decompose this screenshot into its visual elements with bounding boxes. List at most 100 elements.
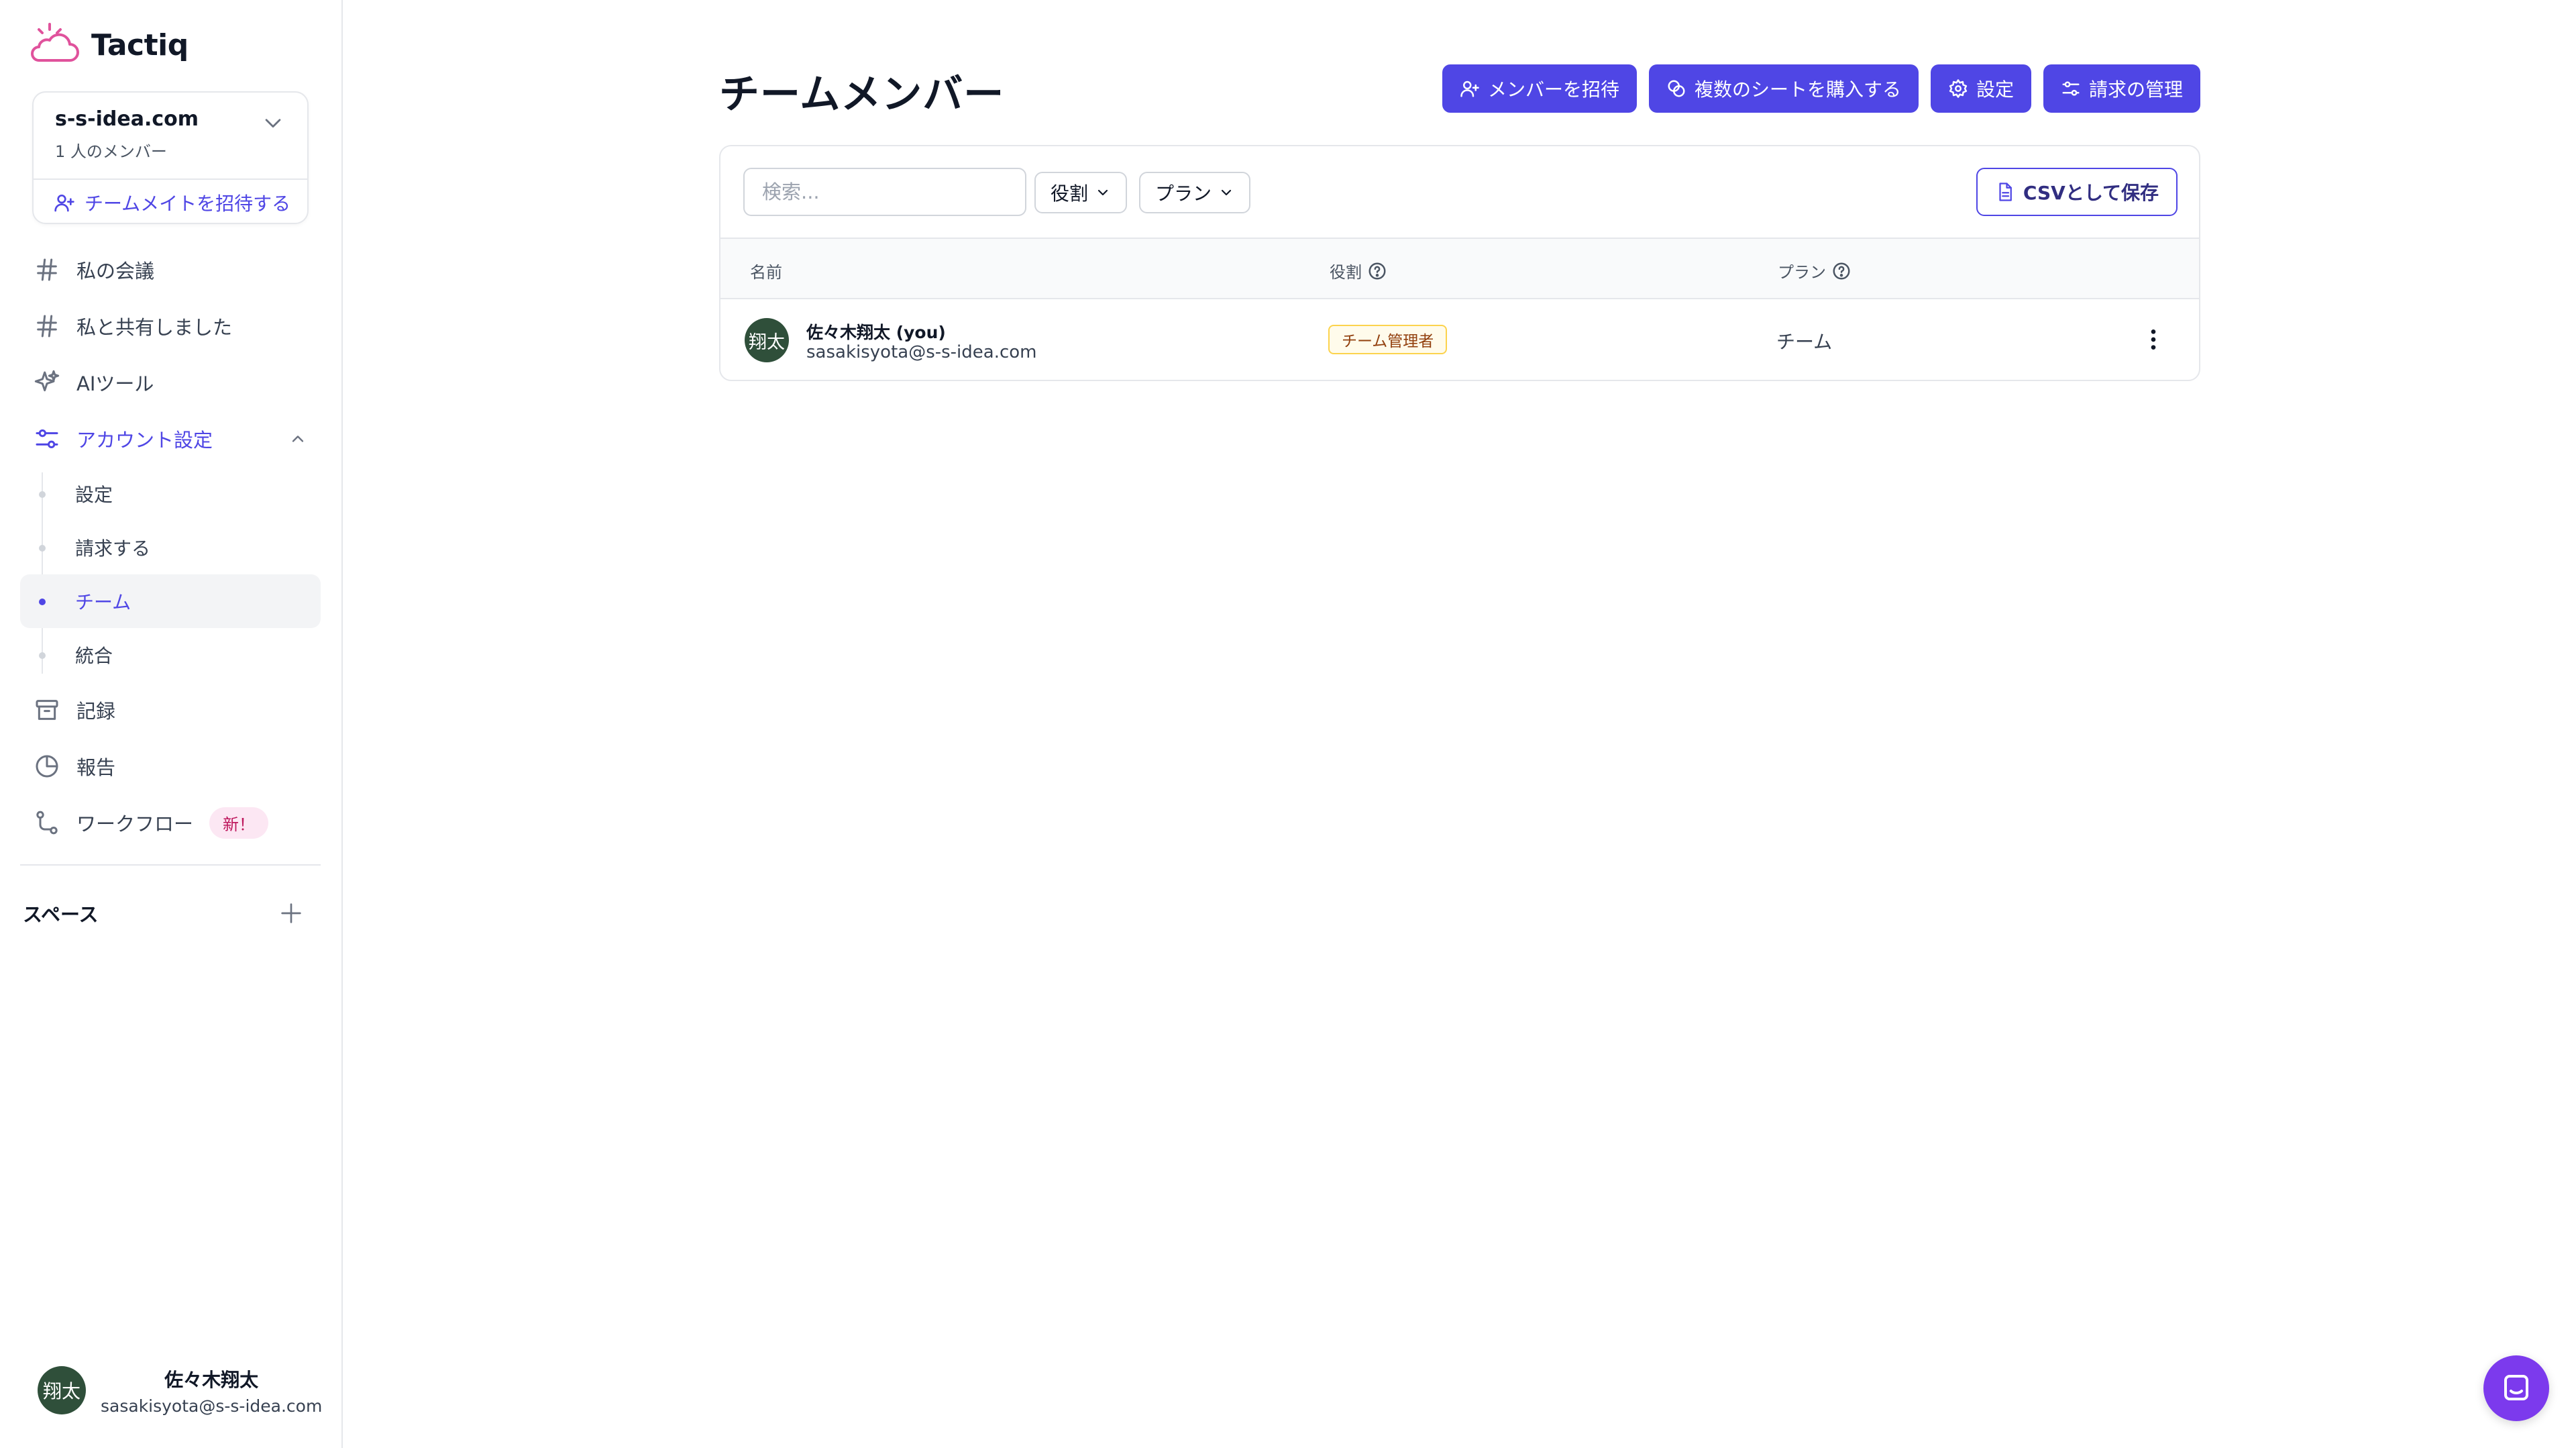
table-row[interactable]: 翔太 佐々木翔太 (you) sasakisyota@s-s-idea.com … (720, 299, 2199, 380)
archive-icon (36, 700, 58, 720)
workspace-domain: s-s-idea.com (55, 107, 199, 131)
role-badge: チーム管理者 (1328, 325, 1448, 354)
role-filter-label: 役割 (1051, 183, 1089, 205)
sidebar-item-workflow[interactable]: ワークフロー 新！ (20, 794, 321, 851)
page-title: チームメンバー (719, 71, 1005, 118)
account-settings-subnav: 設定 請求する チーム 統合 (20, 467, 321, 682)
column-header-label: プラン (1778, 263, 1826, 282)
file-icon (1999, 183, 2012, 201)
export-csv-label: CSVとして保存 (2023, 182, 2159, 204)
chat-icon (2504, 1375, 2528, 1400)
sidebar-item-label: 設定 (75, 484, 113, 506)
workspace-member-count: 1 人のメンバー (55, 142, 167, 161)
current-user-name: 佐々木翔太 (164, 1368, 259, 1391)
avatar: 翔太 (38, 1366, 86, 1414)
sidebar-subitem-integrations[interactable]: 統合 (20, 628, 321, 682)
sidebar-subitem-settings[interactable]: 設定 (20, 467, 321, 521)
workspace-divider (34, 178, 307, 180)
sidebar: Tactiq s-s-idea.com 1 人のメンバー チームメイトを招待する… (0, 0, 343, 1448)
sidebar-divider (20, 864, 321, 866)
sidebar-item-ai-tools[interactable]: AIツール (20, 354, 321, 411)
gear-icon (1949, 79, 1968, 98)
chevron-down-icon (1221, 189, 1232, 196)
plus-icon[interactable] (278, 900, 305, 927)
column-header-label: 役割 (1330, 263, 1362, 282)
sidebar-item-label: 請求する (75, 537, 151, 560)
sparkles-icon (34, 370, 60, 392)
user-plus-icon (1460, 81, 1479, 97)
spaces-section-header: スペース (23, 896, 305, 930)
subnav-dot-active (39, 599, 46, 605)
sidebar-item-label: 統合 (75, 645, 113, 667)
export-csv-button[interactable]: CSVとして保存 (1976, 168, 2178, 216)
pie-chart-icon (36, 755, 58, 778)
chevron-down-icon (1097, 189, 1108, 196)
app-window: Tactiq s-s-idea.com 1 人のメンバー チームメイトを招待する… (0, 0, 2576, 1448)
sidebar-item-label: AIツール (76, 372, 154, 395)
help-circle-icon[interactable] (1831, 261, 1851, 281)
sliders-icon (36, 429, 58, 448)
invite-members-button[interactable]: メンバーを招待 (1442, 64, 1637, 113)
buy-seats-label: 複数のシートを購入する (1694, 79, 1901, 101)
chevron-up-icon[interactable] (288, 429, 307, 448)
manage-billing-button[interactable]: 請求の管理 (2043, 64, 2200, 113)
sidebar-item-label: チーム (75, 591, 131, 613)
plan-filter-label: プラン (1155, 183, 1212, 205)
header-actions: メンバーを招待 複数のシートを購入する 設定 請求の管理 (1442, 64, 2200, 113)
brand-name: Tactiq (91, 28, 189, 62)
subnav-dot (39, 545, 46, 552)
user-plus-icon (54, 195, 74, 212)
sidebar-item-shared-with-me[interactable]: 私と共有しました (20, 298, 321, 354)
member-name: 佐々木翔太 (you) (806, 323, 946, 342)
column-header-name[interactable]: 名前 (750, 259, 782, 282)
sidebar-item-label: ワークフロー (76, 813, 194, 835)
sidebar-item-label: アカウント設定 (76, 429, 213, 452)
support-chat-button[interactable] (2483, 1355, 2549, 1421)
current-user-email: sasakisyota@s-s-idea.com (101, 1396, 323, 1416)
hash-icon (37, 258, 57, 281)
role-filter-dropdown[interactable]: 役割 (1034, 172, 1128, 213)
cloud-logo-icon (31, 23, 79, 62)
coins-icon (1668, 80, 1685, 97)
sidebar-item-my-meetings[interactable]: 私の会議 (20, 242, 321, 298)
help-circle-icon[interactable] (1367, 261, 1387, 281)
hash-icon (37, 315, 57, 338)
buy-seats-button[interactable]: 複数のシートを購入する (1648, 64, 1919, 113)
settings-label: 設定 (1976, 79, 2014, 101)
current-user-text: 佐々木翔太 sasakisyota@s-s-idea.com (101, 1365, 322, 1416)
more-vertical-icon[interactable] (2140, 326, 2167, 353)
invite-members-label: メンバーを招待 (1487, 79, 1619, 101)
invite-teammate-link[interactable]: チームメイトを招待する (54, 188, 290, 217)
workflow-icon (36, 811, 58, 835)
column-header-plan[interactable]: プラン (1778, 259, 1851, 282)
plan-filter-dropdown[interactable]: プラン (1139, 172, 1251, 213)
search-input[interactable] (743, 168, 1026, 216)
current-user[interactable]: 翔太 佐々木翔太 sasakisyota@s-s-idea.com (38, 1363, 333, 1417)
member-plan: チーム (1776, 331, 1833, 353)
sidebar-item-label: 私の会議 (76, 260, 155, 282)
subnav-dot (39, 652, 46, 659)
members-table-panel: 役割 プラン CSVとして保存 名前 役割 プラン (719, 145, 2200, 381)
new-badge: 新！ (209, 807, 269, 839)
sidebar-subitem-billing[interactable]: 請求する (20, 521, 321, 574)
sidebar-item-label: 私と共有しました (76, 316, 233, 339)
sidebar-item-records[interactable]: 記録 (20, 682, 321, 738)
settings-button[interactable]: 設定 (1930, 64, 2031, 113)
brand[interactable]: Tactiq (30, 21, 189, 68)
sidebar-item-label: 報告 (76, 756, 116, 779)
member-email: sasakisyota@s-s-idea.com (806, 342, 1037, 362)
invite-teammate-label: チームメイトを招待する (85, 193, 291, 215)
sidebar-subitem-team[interactable]: チーム (20, 574, 321, 628)
column-header-label: 名前 (750, 263, 782, 282)
subnav-dot (39, 491, 46, 498)
sidebar-item-reports[interactable]: 報告 (20, 738, 321, 794)
workspace-switcher[interactable]: s-s-idea.com 1 人のメンバー チームメイトを招待する (32, 91, 309, 224)
column-header-role[interactable]: 役割 (1330, 259, 1387, 282)
sliders-icon (2062, 81, 2080, 96)
manage-billing-label: 請求の管理 (2088, 79, 2183, 101)
avatar: 翔太 (745, 318, 789, 362)
sidebar-item-label: 記録 (76, 700, 116, 723)
sidebar-item-account-settings[interactable]: アカウント設定 (20, 411, 321, 467)
chevron-down-icon[interactable] (262, 111, 284, 134)
spaces-label: スペース (23, 903, 99, 926)
